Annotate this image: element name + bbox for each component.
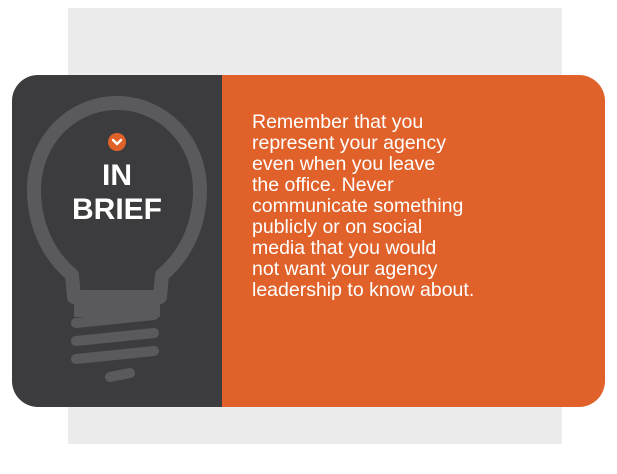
callout-text-panel: Remember that you represent your agency … [222, 75, 605, 407]
lightbulb-icon [27, 96, 207, 382]
chevron-down-icon [108, 133, 126, 151]
title-line-in: IN [102, 159, 132, 192]
callout-icon-panel: IN BRIEF [12, 75, 222, 407]
in-brief-callout: IN BRIEF Remember that you represent you… [12, 75, 605, 407]
callout-title: IN BRIEF [56, 159, 178, 227]
title-line-brief: BRIEF [72, 193, 162, 226]
callout-body-text: Remember that you represent your agency … [252, 111, 475, 301]
